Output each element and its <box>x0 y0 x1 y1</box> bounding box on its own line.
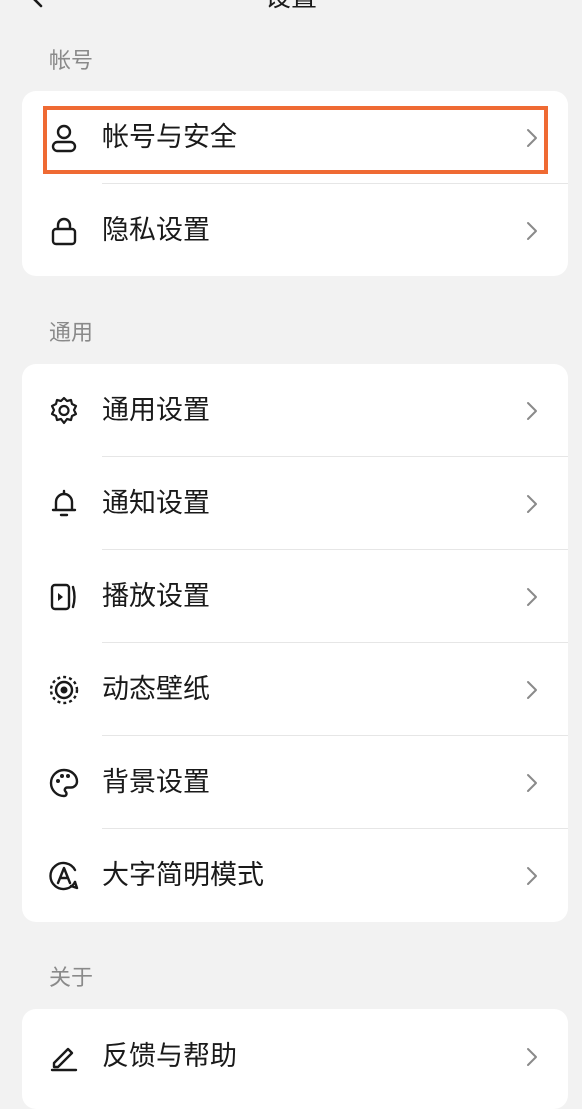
section-title-general: 通用 <box>49 321 94 346</box>
chevron-right-icon <box>526 401 538 421</box>
bell-icon <box>48 488 80 520</box>
settings-item-playback[interactable]: 播放设置 <box>22 550 568 643</box>
live-wallpaper-icon <box>48 674 80 706</box>
chevron-right-icon <box>526 494 538 514</box>
chevron-right-icon <box>526 1047 538 1067</box>
chevron-right-icon <box>526 587 538 607</box>
settings-item-large-text-mode[interactable]: 大字简明模式 <box>22 829 568 922</box>
section-title-about: 关于 <box>49 966 94 991</box>
settings-item-label: 背景设置 <box>102 767 210 798</box>
pencil-icon <box>48 1041 80 1073</box>
section-title-account: 帐号 <box>49 49 94 74</box>
settings-item-background[interactable]: 背景设置 <box>22 736 568 829</box>
person-icon <box>48 122 80 154</box>
settings-item-label: 通知设置 <box>102 488 210 519</box>
gear-icon <box>48 395 80 427</box>
chevron-right-icon <box>526 128 538 148</box>
settings-item-label: 反馈与帮助 <box>102 1041 237 1072</box>
settings-item-label: 通用设置 <box>102 395 210 426</box>
lock-icon <box>48 215 80 247</box>
top-bar: 设置 <box>0 0 582 20</box>
palette-icon <box>48 767 80 799</box>
card-general: 通用设置 通知设置 播放设置 动态壁纸 背景设置 大字简明模式 <box>22 364 568 922</box>
page-title: 设置 <box>0 0 582 14</box>
chevron-right-icon <box>526 680 538 700</box>
settings-item-label: 动态壁纸 <box>102 674 210 705</box>
settings-item-feedback-help[interactable]: 反馈与帮助 <box>22 1010 568 1103</box>
settings-item-account-security[interactable]: 帐号与安全 <box>22 91 568 184</box>
chevron-right-icon <box>526 221 538 241</box>
settings-item-label: 隐私设置 <box>102 215 210 246</box>
large-text-icon <box>48 860 80 892</box>
card-about: 反馈与帮助 <box>22 1009 568 1109</box>
settings-item-label: 播放设置 <box>102 581 210 612</box>
settings-item-label: 帐号与安全 <box>102 122 237 153</box>
settings-item-label: 大字简明模式 <box>102 860 264 891</box>
settings-item-general[interactable]: 通用设置 <box>22 364 568 457</box>
chevron-right-icon <box>526 773 538 793</box>
chevron-right-icon <box>526 866 538 886</box>
settings-item-privacy[interactable]: 隐私设置 <box>22 184 568 276</box>
card-account: 帐号与安全 隐私设置 <box>22 91 568 276</box>
settings-item-notification[interactable]: 通知设置 <box>22 457 568 550</box>
play-icon <box>48 581 80 613</box>
settings-item-live-wallpaper[interactable]: 动态壁纸 <box>22 643 568 736</box>
